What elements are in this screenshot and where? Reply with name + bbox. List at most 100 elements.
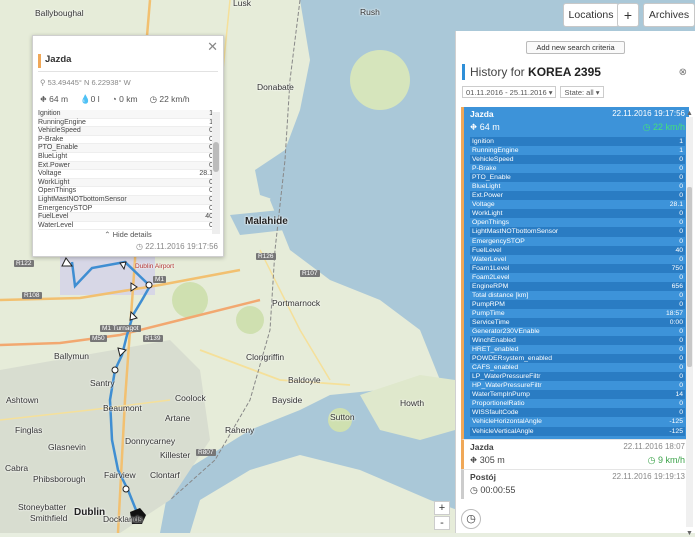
item-label: Postój [470, 472, 496, 482]
sensor-name: Ext.Power [38, 161, 70, 169]
map-label-donnycarney: Donnycarney [125, 436, 176, 446]
state-filter-select[interactable]: State: all ▾ [560, 86, 604, 98]
item-label: Jazda [470, 109, 494, 119]
add-button[interactable]: + [617, 3, 639, 27]
sensor-row: WaterLevel 0 [470, 255, 685, 264]
sensor-row: Foam1Level 750 [470, 263, 685, 273]
map-label-santry: Santry [90, 378, 115, 388]
map-label-clontarf: Clontarf [150, 470, 180, 480]
sensor-row: VehicleSpeed0 [38, 127, 213, 136]
sensor-value: 0 [679, 174, 683, 182]
sensor-row: ServiceTime 0:00 [470, 317, 685, 327]
chevron-up-icon: ⌃ [104, 230, 113, 239]
sensor-value: 0 [679, 409, 683, 417]
history-clock-button[interactable]: ◷ [461, 509, 481, 529]
sensor-value: 28.1 [199, 170, 213, 178]
map-label-cabra: Cabra [5, 463, 29, 473]
sensor-value: 0 [679, 219, 683, 227]
sensor-row: CAFS_enabled 0 [470, 363, 685, 372]
sensor-name: Ignition [38, 110, 61, 117]
sensor-row: Total distance [km] 0 [470, 291, 685, 300]
svg-text:▼: ▼ [686, 530, 693, 537]
map-label-phibsborough: Phibsborough [33, 474, 86, 484]
locations-button[interactable]: Locations [563, 3, 619, 27]
sensor-name: P-Brake [38, 135, 64, 143]
sensor-name: PTO_Enable [472, 174, 511, 182]
sensor-name: LP_WaterPressureFiltr [472, 373, 541, 381]
road-label-r107: R107 [300, 270, 320, 277]
sensor-name: Voltage [472, 201, 495, 209]
sensor-name: RunningEngine [472, 147, 519, 155]
sensor-row: WinchEnabled 0 [470, 336, 685, 346]
map-label-donabate: Donabate [257, 82, 294, 92]
sensor-value: 0 [679, 237, 683, 245]
road-icon: ⛖ [40, 94, 50, 104]
map-label-ballyboughal: Ballyboughal [35, 8, 84, 18]
sensor-row: OpenThings 0 [470, 218, 685, 227]
archives-button[interactable]: Archives [643, 3, 695, 27]
sensor-name: WorkLight [472, 210, 503, 218]
svg-text:▲: ▲ [686, 110, 693, 117]
clock-icon: ◷ [135, 242, 146, 251]
sensor-name: Generator230VEnable [472, 327, 540, 335]
item-speed: ◷ 9 km/h [647, 455, 685, 465]
map-label-smithfield: Smithfield [30, 513, 68, 523]
sensor-value: 0 [679, 337, 683, 345]
sensor-name: EmergencySTOP [38, 204, 93, 212]
popup-scrollbar[interactable] [212, 112, 220, 234]
sensor-value: 0 [679, 382, 683, 390]
item-label: Jazda [470, 442, 494, 452]
sensor-value: 0 [679, 165, 683, 173]
history-scrollbar[interactable]: ▲ ▼ [685, 107, 694, 537]
sensor-row: Foam2Level 0 [470, 273, 685, 282]
sensor-value: -125 [669, 418, 683, 426]
sensor-name: WISSfaultCode [472, 409, 519, 417]
sensor-row: RunningEngine1 [38, 119, 213, 128]
sensor-value: 0 [679, 183, 683, 191]
sensor-name: LightMastNOTbottomSensor [472, 228, 559, 236]
history-item-active[interactable]: Jazda 22.11.2016 19:17:56 ⛖ 64 m ◷ 22 km/h… [461, 107, 689, 439]
sensor-value: 0 [679, 192, 683, 200]
add-search-criteria-button[interactable]: Add new search criteria [526, 41, 625, 54]
sensor-name: WaterTempInPump [472, 391, 530, 399]
item-time: 22.11.2016 18:07 [623, 442, 685, 451]
zoom-out-button[interactable]: - [434, 516, 450, 530]
popup-speed: ◷ 22 km/h [149, 94, 190, 104]
sensor-row: WorkLight0 [38, 178, 213, 188]
map-label-docklands: Docklands [103, 514, 143, 524]
sensor-name: Total distance [km] [472, 291, 529, 299]
sensor-name: Foam2Level [472, 273, 510, 281]
map-label-dublin: Dublin [74, 507, 106, 518]
sensor-row: PTO_Enable 0 [470, 173, 685, 183]
sensor-name: OpenThings [38, 187, 77, 195]
road-icon: ⛖ [470, 455, 480, 465]
history-item[interactable]: Postój 22.11.2016 19:19:13 ◷ 00:00:55 [461, 469, 689, 499]
sensor-name: Voltage [38, 170, 62, 178]
date-range-select[interactable]: 01.11.2016 - 25.11.2016 ▾ [462, 86, 557, 98]
sensor-row: VehicleSpeed0 [470, 155, 685, 165]
sensor-name: HRET_enabled [472, 346, 519, 354]
sensor-name: OpenThings [472, 219, 510, 227]
sensor-name: WaterLevel [38, 221, 74, 229]
road-label-r108: R108 [22, 292, 42, 299]
item-time: 22.11.2016 19:17:56 [612, 109, 685, 118]
hide-details-link[interactable]: ⌃ Hide details [33, 230, 223, 239]
sensor-value: 0 [679, 255, 683, 263]
map-label-coolock: Coolock [175, 393, 206, 403]
sensor-row: PumpRPM 0 [470, 299, 685, 309]
map-label-artane: Artane [165, 413, 191, 423]
history-item[interactable]: Jazda 22.11.2016 18:07 ⛖ 305 m ◷ 9 km/h [461, 439, 689, 469]
sensor-row: BlueLight0 [38, 153, 213, 162]
close-history-icon[interactable]: ⊗ [679, 67, 687, 78]
zoom-in-button[interactable]: + [434, 501, 450, 515]
sensor-name: VehicleVerticalAngle [472, 427, 534, 435]
road-icon: ⛖ [470, 122, 480, 132]
item-distance: ⛖ 64 m [470, 122, 500, 132]
sensor-row: FuelLevel 40 [470, 245, 685, 255]
sensor-name: LightMastNOTbottomSensor [38, 195, 127, 203]
clock-icon: ◷ [466, 513, 476, 525]
close-icon[interactable]: ✕ [207, 39, 218, 55]
sensor-name: WorkLight [38, 178, 70, 186]
map-label-dublin-airport: Dublin Airport [135, 263, 175, 270]
clock-icon: ◷ [149, 94, 160, 104]
